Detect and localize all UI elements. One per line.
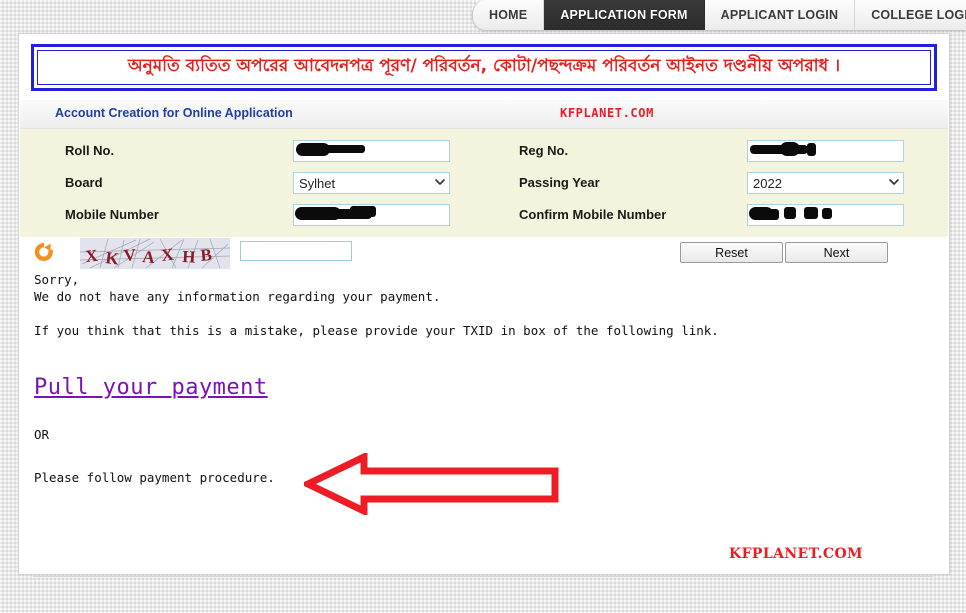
main-navigation-tabs: HOME APPLICATION FORM APPLICANT LOGIN CO… (472, 0, 966, 31)
refresh-icon[interactable] (33, 241, 55, 263)
tab-application-form[interactable]: APPLICATION FORM (544, 0, 705, 30)
page-root: HOME APPLICATION FORM APPLICANT LOGIN CO… (0, 0, 966, 613)
tab-college-login[interactable]: COLLEGE LOGIN (855, 0, 966, 30)
captcha-image: X K V A X H B (80, 238, 230, 270)
label-passing-year: Passing Year (519, 175, 600, 191)
pull-your-payment-link[interactable]: Pull your payment (34, 377, 268, 399)
account-creation-form: Roll No. Reg No. Board Sylhet Passing Ye… (20, 129, 948, 238)
roll-no-input[interactable] (293, 140, 450, 163)
notice-banner-inner: অনুমতি ব্যতিত অপরের আবেদনপত্র পূরণ/ পরিব… (37, 50, 931, 86)
mobile-number-input[interactable] (293, 204, 450, 227)
reset-button[interactable]: Reset (680, 242, 783, 264)
label-confirm-mobile-number: Confirm Mobile Number (519, 207, 667, 223)
watermark-top: KFPLANET.COM (560, 106, 654, 121)
passing-year-select-wrap: 2022 (747, 172, 904, 195)
payment-message-area: Sorry, We do not have any information re… (20, 271, 948, 486)
label-mobile-number: Mobile Number (65, 207, 159, 223)
content-divider (33, 576, 933, 577)
confirm-mobile-number-input[interactable] (747, 204, 904, 227)
message-line-mistake: If you think that this is a mistake, ple… (34, 323, 719, 339)
passing-year-select[interactable]: 2022 (747, 172, 904, 195)
main-content-container: অনুমতি ব্যতিত অপরের আবেদনপত্র পূরণ/ পরিব… (18, 33, 950, 577)
svg-text:V: V (123, 245, 137, 265)
svg-text:B: B (200, 245, 213, 265)
board-select[interactable]: Sylhet (293, 172, 450, 195)
reg-no-input[interactable] (747, 140, 904, 163)
section-header: Account Creation for Online Application … (20, 100, 948, 130)
captcha-row: X K V A X H B Reset Next (20, 237, 948, 271)
notice-banner: অনুমতি ব্যতিত অপরের আবেদনপত্র পূরণ/ পরিব… (31, 44, 937, 92)
board-select-wrap: Sylhet (293, 172, 450, 195)
captcha-input[interactable] (240, 241, 352, 262)
next-button[interactable]: Next (785, 242, 888, 264)
label-reg-no: Reg No. (519, 143, 569, 159)
svg-text:H: H (182, 247, 196, 267)
notice-banner-text: অনুমতি ব্যতিত অপরের আবেদনপত্র পূরণ/ পরিব… (127, 56, 841, 76)
label-board: Board (65, 175, 103, 191)
message-line-sorry: Sorry, (34, 272, 80, 288)
tab-home[interactable]: HOME (473, 0, 545, 30)
watermark-bottom: KFPLANET.COM (729, 546, 863, 562)
tab-applicant-login[interactable]: APPLICANT LOGIN (705, 0, 856, 30)
message-line-no-info: We do not have any information regarding… (34, 289, 441, 305)
message-line-or: OR (34, 427, 50, 443)
svg-text:A: A (142, 247, 157, 267)
label-roll-no: Roll No. (65, 143, 115, 159)
page-title: Account Creation for Online Application (55, 106, 293, 121)
message-line-procedure: Please follow payment procedure. (34, 470, 275, 486)
